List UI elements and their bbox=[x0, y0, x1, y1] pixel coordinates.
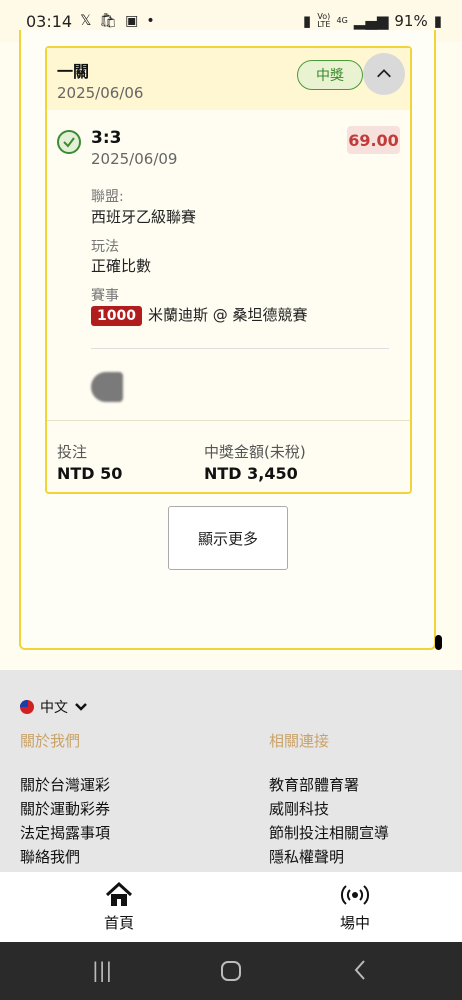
back-icon[interactable] bbox=[352, 958, 368, 987]
stake-column: 投注 NTD 50 bbox=[57, 441, 122, 483]
link-adata[interactable]: 威剛科技 bbox=[269, 798, 329, 819]
nav-live[interactable]: 場中 bbox=[340, 880, 370, 933]
link-sports-admin[interactable]: 教育部體育署 bbox=[269, 774, 359, 795]
volte-icon: Vo) LTE bbox=[317, 12, 331, 29]
stake-label: 投注 bbox=[57, 443, 88, 461]
market-label: 玩法 bbox=[91, 239, 119, 255]
chevron-down-icon bbox=[75, 703, 87, 711]
network-type: 4G bbox=[336, 16, 348, 25]
bet-summary: 投注 NTD 50 中獎金額(未稅) NTD 3,450 bbox=[47, 420, 410, 492]
x-app-icon: 𝕏 bbox=[80, 13, 92, 29]
event-name: 米蘭迪斯 @ 桑坦德競賽 bbox=[147, 306, 308, 324]
bottom-navigation: 首頁 場中 bbox=[0, 872, 462, 942]
bet-detail: 3:3 2025/06/09 69.00 聯盟: 西班牙乙級聯賽 玩法 正確比數… bbox=[47, 110, 410, 420]
payout-value: NTD 3,450 bbox=[204, 464, 298, 483]
divider bbox=[91, 348, 389, 349]
site-footer: 中文 關於我們 相關連接 關於台灣運彩 關於運動彩券 法定揭露事項 聯絡我們 教… bbox=[0, 670, 462, 872]
about-heading: 關於我們 bbox=[20, 732, 81, 750]
clock: 03:14 bbox=[26, 11, 73, 31]
chevron-up-icon bbox=[377, 69, 391, 78]
league-value: 西班牙乙級聯賽 bbox=[91, 208, 197, 226]
home-icon bbox=[105, 881, 133, 906]
nav-home[interactable]: 首頁 bbox=[104, 880, 134, 933]
event-label: 賽事 bbox=[91, 288, 119, 304]
signal-icon: ▂▄▆ bbox=[353, 12, 389, 30]
link-privacy[interactable]: 隱私權聲明 bbox=[269, 846, 344, 867]
payout-label: 中獎金額(未稅) bbox=[204, 443, 306, 461]
nav-live-label: 場中 bbox=[340, 914, 371, 932]
language-selector[interactable]: 中文 bbox=[20, 697, 88, 717]
payout-column: 中獎金額(未稅) NTD 3,450 bbox=[204, 441, 306, 483]
win-status-badge: 中獎 bbox=[297, 60, 363, 90]
match-date: 2025/06/09 bbox=[91, 150, 178, 168]
bet-selection: 3:3 bbox=[91, 128, 122, 148]
system-navigation-bar: ||| bbox=[0, 942, 462, 1000]
scrollbar-thumb[interactable] bbox=[435, 635, 442, 650]
live-broadcast-icon bbox=[340, 885, 370, 905]
market-value: 正確比數 bbox=[91, 257, 152, 275]
link-about-lottery[interactable]: 關於運動彩券 bbox=[20, 798, 110, 819]
link-contact[interactable]: 聯絡我們 bbox=[20, 846, 80, 867]
league-label: 聯盟: bbox=[91, 189, 124, 205]
dot-icon: • bbox=[146, 13, 155, 29]
home-system-icon[interactable] bbox=[220, 960, 242, 987]
collapse-button[interactable] bbox=[363, 53, 405, 95]
event-row: 1000 米蘭迪斯 @ 桑坦德競賽 bbox=[91, 304, 308, 326]
stake-value: NTD 50 bbox=[57, 464, 123, 483]
link-responsible-betting[interactable]: 節制投注相關宣導 bbox=[269, 822, 389, 843]
event-code-badge: 1000 bbox=[91, 306, 142, 326]
taiwan-flag-icon bbox=[20, 700, 34, 714]
battery-icon: ▮ bbox=[433, 12, 442, 30]
check-circle-icon bbox=[57, 130, 81, 154]
gallery-icon: ▣ bbox=[125, 13, 139, 29]
redacted-bet-number bbox=[91, 358, 291, 408]
bet-card: 一關 2025/06/06 中獎 3:3 2025/06/09 69.00 聯盟… bbox=[45, 46, 412, 494]
bet-card-header[interactable]: 一關 2025/06/06 中獎 bbox=[47, 48, 410, 110]
odds-badge: 69.00 bbox=[347, 126, 400, 154]
battery-saver-icon: ▮ bbox=[302, 12, 312, 30]
shopping-bag-icon: 🛍 bbox=[99, 13, 118, 29]
show-more-button[interactable]: 顯示更多 bbox=[168, 506, 288, 570]
link-about-tsl[interactable]: 關於台灣運彩 bbox=[20, 774, 110, 795]
bet-history-panel: 一關 2025/06/06 中獎 3:3 2025/06/09 69.00 聯盟… bbox=[19, 30, 436, 650]
redaction-blob bbox=[91, 372, 123, 402]
related-heading: 相關連接 bbox=[269, 732, 330, 750]
nav-home-label: 首頁 bbox=[104, 914, 135, 932]
recent-apps-icon[interactable]: ||| bbox=[92, 958, 112, 982]
link-disclosure[interactable]: 法定揭露事項 bbox=[20, 822, 110, 843]
language-label: 中文 bbox=[40, 700, 68, 716]
battery-level: 91% bbox=[394, 12, 428, 30]
